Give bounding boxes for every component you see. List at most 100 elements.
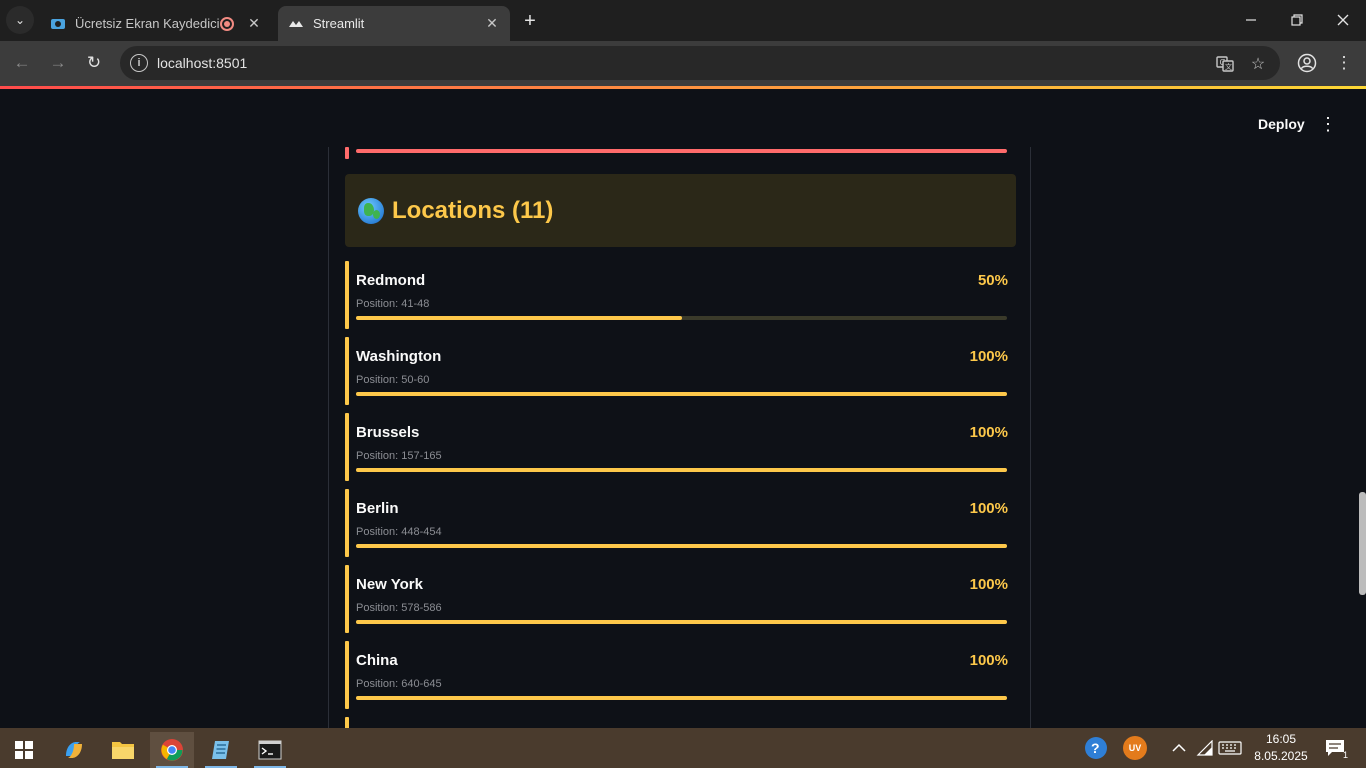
location-progress-track [356,468,1007,472]
location-percent: 50% [977,272,1008,289]
previous-item-progress-bar [356,149,1007,153]
notification-center-icon[interactable]: 1 [1320,728,1350,768]
location-progress-fill [356,544,1007,548]
help-icon[interactable]: ? [1082,728,1110,768]
clock-date: 8.05.2025 [1254,749,1308,763]
locations-section-header: Locations (11) [345,174,1016,247]
streamlit-favicon-icon [288,16,304,32]
location-progress-track [356,696,1007,700]
location-item: Washington 100% Position: 50-60 [345,337,1016,405]
copilot-icon[interactable] [52,732,96,768]
close-window-icon[interactable] [1320,0,1366,40]
location-progress-fill [356,620,1007,624]
location-percent: 100% [969,652,1008,669]
location-position: Position: 50-60 [356,374,430,386]
location-accent-border [345,641,349,709]
scrollbar-thumb[interactable] [1359,492,1366,595]
location-name: New York [356,576,423,593]
location-progress-track [356,620,1007,624]
location-name: Redmond [356,272,426,289]
translate-icon[interactable]: G文 [1214,53,1236,75]
tab-title: Streamlit [313,16,365,31]
close-icon[interactable]: ✕ [482,14,502,34]
location-percent: 100% [969,500,1008,517]
location-percent: 100% [969,348,1008,365]
plus-icon[interactable]: + [517,8,543,34]
location-progress-fill [356,696,1007,700]
url-text[interactable]: localhost:8501 [157,55,247,71]
file-explorer-icon[interactable] [101,732,145,768]
location-accent-border [345,489,349,557]
windows-taskbar: ? UV 16:05 8.05.2025 1 [0,728,1366,768]
clock-time: 16:05 [1265,732,1297,746]
section-title: Locations (11) [392,196,554,224]
tab-screen-recorder[interactable]: Ücretsiz Ekran Kaydedici – V ✕ [40,6,272,41]
location-item: New York 100% Position: 578-586 [345,565,1016,633]
browser-tabbar: ⌄ Ücretsiz Ekran Kaydedici – V ✕ Streaml… [0,0,1366,41]
system-clock[interactable]: 16:05 8.05.2025 [1248,731,1314,765]
location-name: China [356,652,398,669]
location-position: Position: 448-454 [356,526,442,538]
streamlit-app: Deploy ⋮ Locations (11) Redmond 50% Posi… [0,89,1366,768]
kebab-icon[interactable]: ⋮ [1330,49,1358,77]
location-item: Brussels 100% Position: 157-165 [345,413,1016,481]
location-progress-fill [356,316,682,320]
location-name: Brussels [356,424,420,441]
location-percent: 100% [969,424,1008,441]
chevron-up-icon[interactable] [1168,728,1190,768]
location-position: Position: 578-586 [356,602,442,614]
scrollbar-track[interactable] [1359,147,1366,728]
svg-text:?: ? [1091,740,1100,756]
location-accent-border [345,565,349,633]
location-progress-track [356,544,1007,548]
location-progress-fill [356,392,1007,396]
svg-text:文: 文 [1225,62,1232,71]
chevron-down-icon[interactable]: ⌄ [6,6,34,34]
tab-streamlit[interactable]: Streamlit ✕ [278,6,510,41]
location-position: Position: 640-645 [356,678,442,690]
screen: ⌄ Ücretsiz Ekran Kaydedici – V ✕ Streaml… [0,0,1366,768]
location-accent-border [345,413,349,481]
location-accent-border [345,261,349,329]
screen-recorder-favicon-icon [50,16,66,32]
restore-icon[interactable] [1274,0,1320,40]
globe-icon [358,197,384,224]
chrome-icon[interactable] [150,732,194,768]
location-accent-border [345,337,349,405]
main-menu-icon[interactable]: ⋮ [1318,112,1338,136]
browser-toolbar: ← → ↻ i localhost:8501 G文 ☆ ⋮ [0,41,1366,86]
close-icon[interactable]: ✕ [244,14,264,34]
reload-icon[interactable]: ↻ [80,49,108,77]
location-item: China 100% Position: 640-645 [345,641,1016,709]
arrow-right-icon[interactable]: → [44,49,72,77]
location-item: Redmond 50% Position: 41-48 [345,261,1016,329]
terminal-icon[interactable] [248,732,292,768]
keyboard-icon[interactable] [1216,728,1244,768]
location-progress-track [356,316,1007,320]
recording-icon [220,16,234,31]
location-name: Washington [356,348,442,365]
deploy-button[interactable]: Deploy [1248,112,1315,136]
notepad-icon[interactable] [199,732,243,768]
profile-icon[interactable] [1293,49,1321,77]
previous-item-border [345,147,349,159]
info-icon[interactable]: i [130,54,148,72]
minimize-icon[interactable] [1228,0,1274,40]
location-position: Position: 41-48 [356,298,430,310]
notification-count: 1 [1342,750,1348,760]
location-position: Position: 157-165 [356,450,442,462]
star-icon[interactable]: ☆ [1247,53,1269,75]
windows-start-icon[interactable] [2,732,46,768]
address-bar[interactable]: i localhost:8501 G文 ☆ [120,46,1280,80]
user-initials: UV [1123,736,1147,760]
user-avatar[interactable]: UV [1121,728,1149,768]
location-progress-fill [356,468,1007,472]
location-name: Berlin [356,500,399,517]
location-progress-track [356,392,1007,396]
arrow-left-icon[interactable]: ← [8,49,36,77]
tab-title: Ücretsiz Ekran Kaydedici – V [75,16,220,31]
location-item: Berlin 100% Position: 448-454 [345,489,1016,557]
main-block-container: Locations (11) Redmond 50% Position: 41-… [328,147,1031,768]
location-percent: 100% [969,576,1008,593]
wifi-icon[interactable] [1194,728,1216,768]
